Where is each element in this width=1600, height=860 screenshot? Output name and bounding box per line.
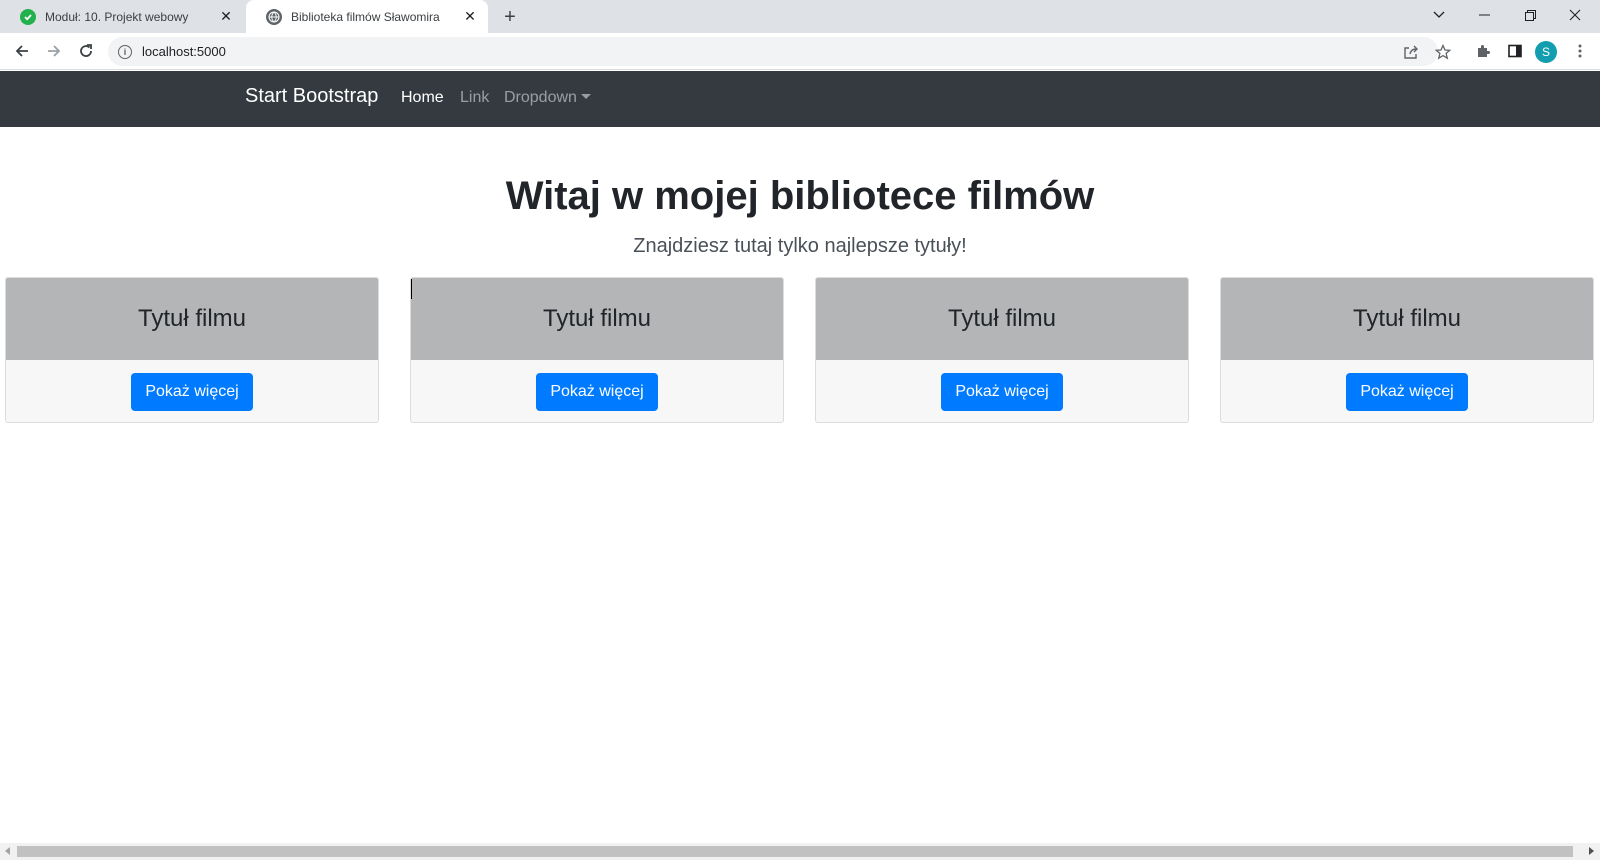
tab-strip: Moduł: 10. Projekt webowy ✕ Biblioteka f… [0, 0, 1600, 33]
movie-card: Tytuł filmu Pokaż więcej [410, 277, 784, 423]
address-bar[interactable]: i localhost:5000 [108, 37, 1438, 66]
horizontal-scrollbar[interactable] [0, 843, 1600, 860]
movie-card-title: Tytuł filmu [411, 278, 783, 360]
site-info-icon[interactable]: i [118, 44, 132, 59]
side-panel-icon[interactable] [1501, 37, 1529, 65]
show-more-button[interactable]: Pokaż więcej [1346, 373, 1468, 411]
show-more-button[interactable]: Pokaż więcej [131, 373, 253, 411]
tab-biblioteka[interactable]: Biblioteka filmów Sławomira ✕ [246, 0, 488, 33]
caret-down-icon [580, 94, 591, 99]
minimize-icon[interactable] [1462, 0, 1506, 30]
extensions-puzzle-icon[interactable] [1469, 37, 1497, 65]
close-icon[interactable]: ✕ [218, 8, 234, 25]
share-icon[interactable] [1399, 37, 1423, 66]
browser-toolbar: i localhost:5000 [0, 33, 1600, 70]
page-subtitle: Znajdziesz tutaj tylko najlepsze tytuły! [633, 235, 967, 257]
scrollbar-thumb[interactable] [17, 846, 1573, 857]
globe-icon [266, 8, 282, 25]
close-icon[interactable]: ✕ [462, 8, 478, 25]
nav-home[interactable]: Home [401, 89, 444, 107]
movie-card-title: Tytuł filmu [6, 278, 378, 360]
movie-card: Tytuł filmu Pokaż więcej [1220, 277, 1594, 423]
scroll-right-icon[interactable] [1589, 847, 1594, 855]
tab-title: Biblioteka filmów Sławomira [291, 9, 440, 24]
bookmark-star-icon[interactable] [1431, 37, 1455, 66]
profile-avatar[interactable]: S [1535, 41, 1557, 63]
show-more-button[interactable]: Pokaż więcej [536, 373, 658, 411]
kebab-menu-icon[interactable] [1566, 37, 1594, 65]
restore-icon[interactable] [1508, 0, 1552, 30]
tab-modul[interactable]: Moduł: 10. Projekt webowy ✕ [0, 0, 244, 33]
movie-card-title: Tytuł filmu [816, 278, 1188, 360]
page-title: Witaj w mojej bibliotece filmów [505, 174, 1095, 218]
nav-dropdown[interactable]: Dropdown [504, 89, 591, 107]
tab-search-icon[interactable] [1417, 0, 1461, 30]
movie-card: Tytuł filmu Pokaż więcej [815, 277, 1189, 423]
url-text: localhost:5000 [142, 44, 226, 59]
forward-icon[interactable] [40, 37, 68, 65]
check-circle-icon [20, 8, 36, 25]
show-more-button[interactable]: Pokaż więcej [941, 373, 1063, 411]
close-window-icon[interactable] [1553, 0, 1597, 30]
site-navbar: Start Bootstrap Home Link Dropdown [0, 71, 1600, 127]
nav-link[interactable]: Link [460, 89, 489, 107]
movie-card: Tytuł filmu Pokaż więcej [5, 277, 379, 423]
nav-dropdown-label: Dropdown [504, 89, 577, 106]
reload-icon[interactable] [72, 37, 100, 65]
movie-card-title: Tytuł filmu [1221, 278, 1593, 360]
scroll-left-icon[interactable] [5, 847, 10, 855]
new-tab-button[interactable]: + [498, 5, 522, 29]
tab-title: Moduł: 10. Projekt webowy [45, 9, 189, 24]
back-icon[interactable] [8, 37, 36, 65]
text-cursor [411, 279, 412, 299]
navbar-brand[interactable]: Start Bootstrap [245, 85, 378, 108]
